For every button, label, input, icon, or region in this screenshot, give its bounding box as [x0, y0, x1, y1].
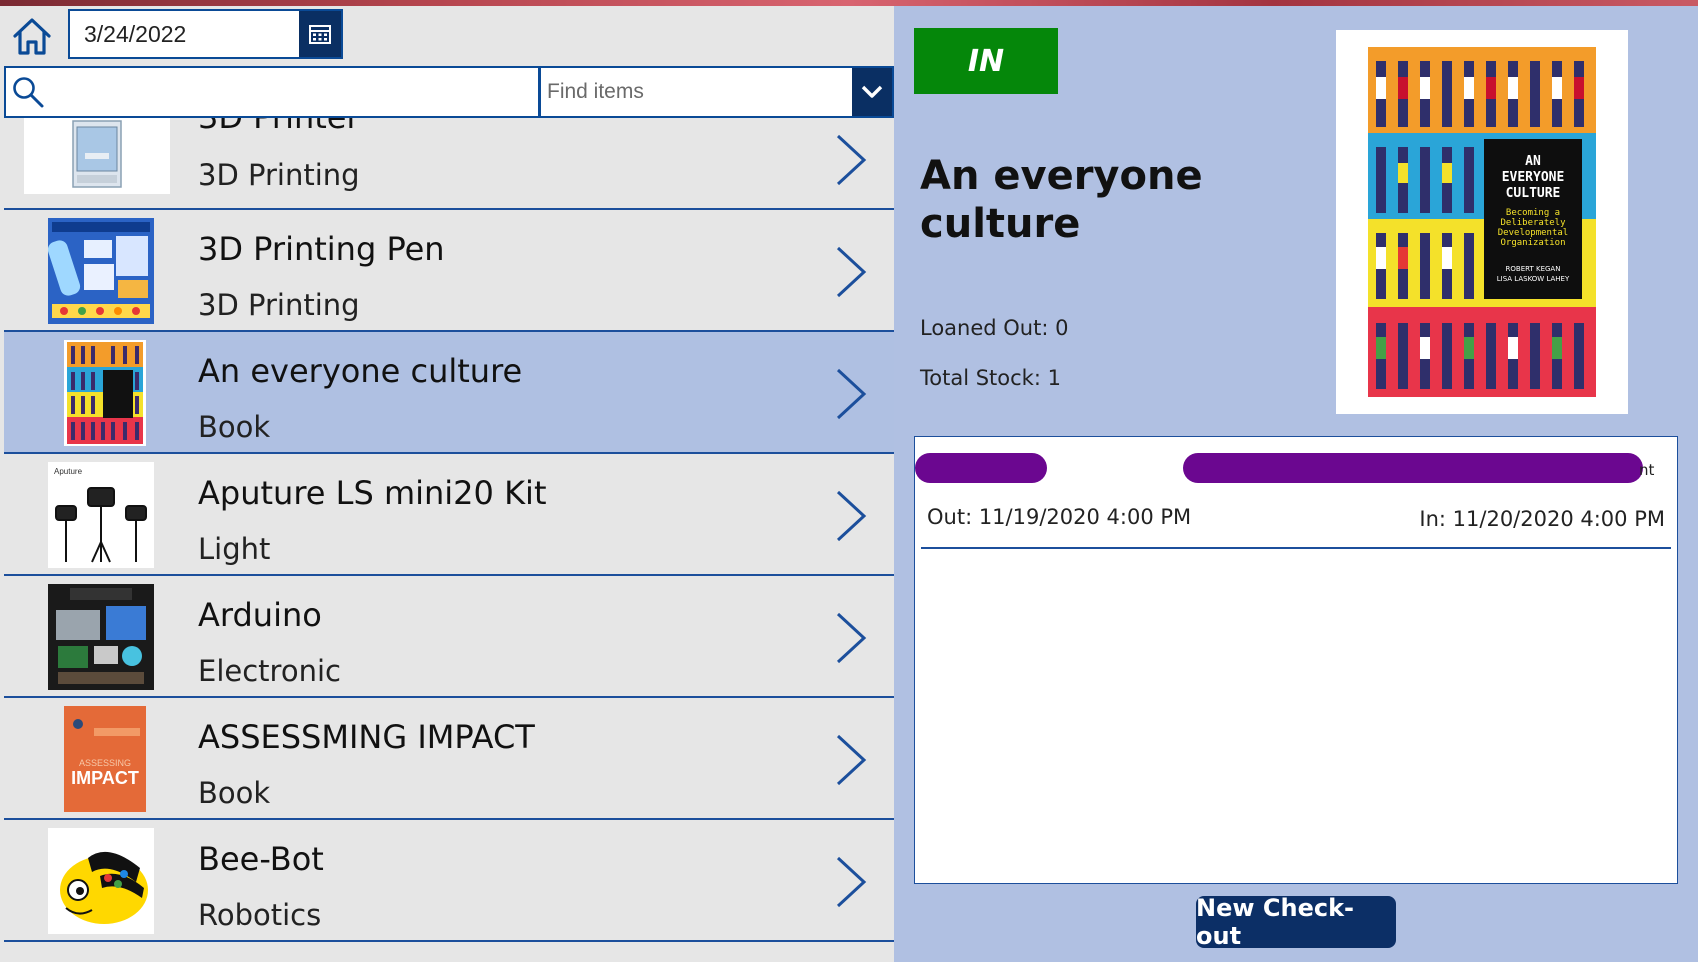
loaned-out-text: Loaned Out: 0 — [920, 316, 1069, 340]
cover-author1: ROBERT KEGAN — [1506, 265, 1561, 273]
item-detail-panel: IN An everyone culture Loaned Out: 0 Tot… — [894, 6, 1698, 962]
item-title: ASSESSMING IMPACT — [198, 718, 535, 756]
item-category: Robotics — [198, 898, 322, 932]
item-title: Aputure LS mini20 Kit — [198, 474, 547, 512]
list-item-selected[interactable]: An everyone culture Book — [4, 332, 894, 454]
chevron-right-icon[interactable] — [830, 732, 870, 788]
cover-line2: EVERYONE — [1502, 170, 1565, 185]
item-category: Book — [198, 776, 271, 810]
redacted-details — [1183, 453, 1643, 483]
find-items-input[interactable] — [541, 70, 852, 114]
item-title: 3D Printer — [198, 118, 360, 136]
item-title: Arduino — [198, 596, 322, 634]
chevron-right-icon[interactable] — [830, 132, 870, 188]
item-category: Book — [198, 410, 271, 444]
item-category: 3D Printing — [198, 158, 360, 192]
search-box[interactable] — [4, 66, 540, 118]
item-thumbnail — [24, 118, 170, 194]
date-value[interactable]: 3/24/2022 — [70, 21, 299, 48]
list-item[interactable]: 3D Printer 3D Printing — [4, 118, 894, 210]
chevron-right-icon[interactable] — [830, 366, 870, 422]
assessing-word: ASSESSING — [79, 758, 131, 768]
list-item[interactable]: 3D Printing Pen 3D Printing — [4, 210, 894, 332]
item-list-panel: 3/24/2022 Find items 3D Printing 3D Prin… — [0, 6, 894, 962]
cover-author2: LISA LASKOW LAHEY — [1497, 275, 1570, 283]
total-stock-text: Total Stock: 1 — [920, 366, 1061, 390]
item-title: 3D Printing Pen — [198, 230, 445, 268]
item-thumbnail: ASSESSING IMPACT — [64, 706, 146, 812]
search-row — [4, 66, 894, 118]
home-icon — [13, 18, 51, 55]
loan-out-date: Out: 11/19/2020 4:00 PM — [927, 505, 1192, 529]
book-cover-image: AN EVERYONE CULTURE Becoming a Deliberat… — [1336, 30, 1628, 414]
item-thumbnail — [48, 828, 154, 934]
item-category: 3D Printing — [198, 288, 360, 322]
item-title: Bee-Bot — [198, 840, 324, 878]
list-item[interactable]: Bee-Bot Robotics — [4, 820, 894, 942]
dropdown-button[interactable] — [852, 68, 892, 116]
cover-subtitle4: Organization — [1500, 238, 1565, 248]
chevron-right-icon[interactable] — [830, 854, 870, 910]
date-picker[interactable]: 3/24/2022 — [68, 9, 343, 59]
item-thumbnail — [48, 218, 154, 324]
cover-line1: AN — [1525, 154, 1541, 169]
cover-subtitle3: Developmental — [1498, 228, 1568, 238]
calendar-icon — [309, 25, 331, 44]
chevron-right-icon[interactable] — [830, 488, 870, 544]
chevron-down-icon — [861, 85, 883, 98]
list-item[interactable]: ASSESSING IMPACT ASSESSMING IMPACT Book — [4, 698, 894, 820]
cover-subtitle1: Becoming a — [1506, 208, 1560, 218]
item-category: Electronic — [198, 654, 341, 688]
search-input[interactable] — [50, 70, 538, 114]
calendar-button[interactable] — [299, 11, 341, 57]
list-item[interactable]: Arduino Electronic — [4, 576, 894, 698]
cover-line3: CULTURE — [1506, 186, 1561, 201]
chevron-right-icon[interactable] — [830, 610, 870, 666]
chevron-right-icon[interactable] — [830, 244, 870, 300]
aputure-brand-text: Aputure — [54, 467, 83, 476]
items-gallery[interactable]: 3D Printer 3D Printing — [4, 118, 894, 962]
loan-row-divider — [921, 547, 1671, 549]
redacted-borrower — [915, 453, 1047, 483]
loan-in-date: In: 11/20/2020 4:00 PM — [1419, 507, 1665, 531]
item-thumbnail: Aputure — [48, 462, 154, 568]
loan-history-gallery[interactable]: nt Out: 11/19/2020 4:00 PM In: 11/20/202… — [914, 436, 1678, 884]
status-badge: IN — [914, 28, 1058, 94]
item-thumbnail — [64, 340, 146, 446]
find-items-dropdown[interactable] — [540, 66, 894, 118]
new-checkout-button[interactable]: New Check-out — [1196, 894, 1396, 950]
impact-word: IMPACT — [71, 768, 139, 788]
cover-subtitle2: Deliberately — [1500, 218, 1566, 228]
detail-title: An everyone culture — [920, 153, 1203, 247]
item-title: An everyone culture — [198, 352, 523, 390]
loan-tail-text: nt — [1639, 461, 1655, 479]
search-icon — [6, 68, 50, 116]
item-thumbnail — [48, 584, 154, 690]
home-button[interactable] — [10, 14, 54, 58]
list-item[interactable]: Aputure Aputure LS mini20 Kit Light — [4, 454, 894, 576]
item-category: Light — [198, 532, 271, 566]
